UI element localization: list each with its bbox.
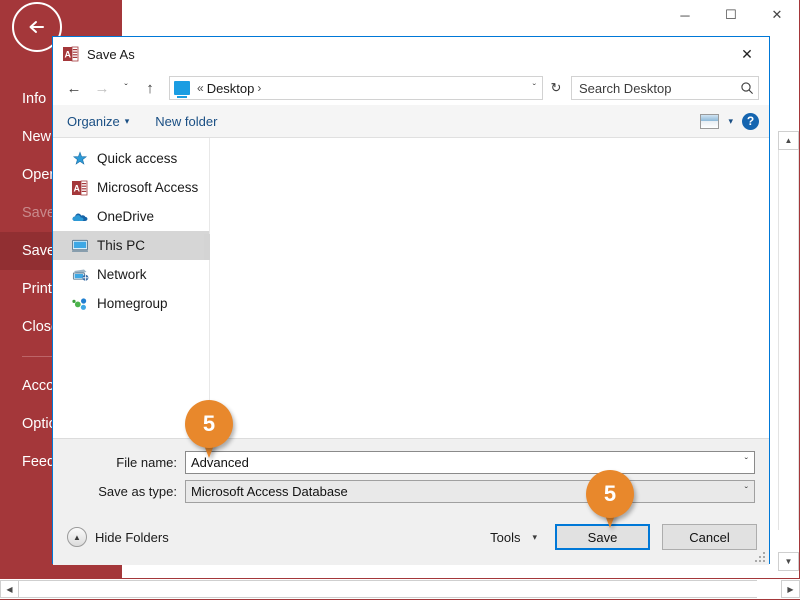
dialog-address-bar: ← → ˇ ↑ « Desktop › ˇ ↻ Search Desktop: [53, 71, 769, 105]
homegroup-icon: [71, 295, 89, 313]
dialog-title: Save As: [87, 47, 135, 62]
horizontal-scroll-track[interactable]: [19, 580, 757, 598]
screen: Info New Open Save Save As Print Close A…: [0, 0, 800, 600]
address-breadcrumb-bar[interactable]: « Desktop › ˇ: [169, 76, 543, 100]
file-list-view[interactable]: [210, 138, 769, 438]
search-icon: [740, 81, 754, 95]
access-app-icon: A: [63, 46, 79, 62]
nav-item-label: Microsoft Access: [97, 180, 198, 195]
vertical-scroll-track[interactable]: [778, 150, 799, 530]
save-as-type-row: Save as type: Microsoft Access Database …: [67, 480, 755, 503]
callout-save-button: 5: [586, 470, 634, 518]
dialog-body: Quick access A Micr: [53, 138, 769, 438]
monitor-icon: [71, 237, 89, 255]
nav-item-label: Quick access: [97, 151, 177, 166]
callout-number: 5: [586, 470, 634, 518]
breadcrumb-desktop[interactable]: Desktop: [207, 81, 255, 96]
scroll-left-icon[interactable]: ◀: [0, 580, 19, 598]
scroll-spacer: [757, 580, 781, 598]
organize-label: Organize: [67, 114, 120, 129]
dialog-close-icon[interactable]: ✕: [725, 37, 769, 71]
star-icon: [71, 150, 89, 168]
collapse-icon: ▲: [67, 527, 87, 547]
file-name-value[interactable]: Advanced: [191, 455, 745, 470]
navigation-pane: Quick access A Micr: [53, 138, 209, 438]
file-name-label: File name:: [67, 455, 185, 470]
save-as-type-select[interactable]: Microsoft Access Database ˇ: [185, 480, 755, 503]
nav-item-label: This PC: [97, 238, 145, 253]
cancel-button[interactable]: Cancel: [662, 524, 757, 550]
nav-item-this-pc[interactable]: This PC: [53, 231, 209, 260]
splitter-grip[interactable]: [204, 234, 210, 260]
nav-item-microsoft-access[interactable]: A Microsoft Access: [53, 173, 209, 202]
new-folder-button[interactable]: New folder: [155, 114, 217, 129]
maximize-button[interactable]: ☐: [708, 0, 754, 30]
nav-item-quick-access[interactable]: Quick access: [53, 144, 209, 173]
change-view-icon[interactable]: [700, 114, 719, 129]
view-chevron-down-icon[interactable]: ▾: [728, 116, 733, 127]
tools-button[interactable]: Tools ▾: [484, 530, 543, 545]
dialog-command-bar: Organize ▾ New folder ▾ ?: [53, 105, 769, 138]
close-button[interactable]: ✕: [754, 0, 800, 30]
nav-up-icon[interactable]: ↑: [137, 75, 163, 101]
chevron-down-icon: ▾: [125, 116, 130, 127]
cloud-icon: [71, 208, 89, 226]
address-dropdown-icon[interactable]: ˇ: [527, 83, 542, 94]
scroll-up-icon[interactable]: ▲: [778, 131, 799, 150]
nav-item-label: OneDrive: [97, 209, 154, 224]
refresh-icon[interactable]: ↻: [545, 76, 567, 100]
search-input[interactable]: Search Desktop: [579, 81, 740, 96]
dialog-titlebar[interactable]: A Save As ✕: [53, 37, 769, 71]
help-icon[interactable]: ?: [742, 113, 759, 130]
tools-chevron-down-icon: ▾: [532, 532, 537, 543]
tools-label: Tools: [490, 530, 520, 545]
nav-forward-icon: →: [89, 75, 115, 101]
save-as-type-chevron-down-icon[interactable]: ˇ: [745, 486, 748, 497]
nav-item-label: Network: [97, 267, 147, 282]
network-icon: [71, 266, 89, 284]
background-horizontal-scrollbar[interactable]: ◀ ▶: [0, 579, 800, 599]
breadcrumb-overflow[interactable]: «: [197, 81, 204, 95]
pane-splitter[interactable]: [209, 138, 210, 438]
file-name-row: File name: Advanced ˇ: [67, 451, 755, 474]
nav-item-network[interactable]: Network: [53, 260, 209, 289]
dialog-form: File name: Advanced ˇ Save as type: Micr…: [53, 438, 769, 503]
scroll-right-icon[interactable]: ▶: [781, 580, 800, 598]
this-pc-icon: [174, 81, 190, 95]
hide-folders-button[interactable]: ▲ Hide Folders: [67, 527, 169, 547]
nav-back-icon[interactable]: ←: [61, 75, 87, 101]
callout-file-name: 5: [185, 400, 233, 448]
nav-item-label: Homegroup: [97, 296, 168, 311]
file-name-chevron-down-icon[interactable]: ˇ: [745, 457, 748, 468]
nav-item-homegroup[interactable]: Homegroup: [53, 289, 209, 318]
search-box[interactable]: Search Desktop: [571, 76, 759, 100]
save-as-type-value: Microsoft Access Database: [191, 484, 745, 499]
scroll-down-icon[interactable]: ▼: [778, 552, 799, 571]
breadcrumb-arrow-icon[interactable]: ›: [257, 81, 261, 95]
nav-recent-locations-icon[interactable]: ˇ: [117, 75, 135, 101]
command-bar-right: ▾ ?: [700, 113, 759, 130]
background-vertical-scrollbar[interactable]: ▲ ▼: [778, 131, 799, 571]
save-as-dialog: A Save As ✕ ← → ˇ ↑ « Desktop › ˇ: [52, 36, 770, 564]
hide-folders-label: Hide Folders: [95, 530, 169, 545]
callout-number: 5: [185, 400, 233, 448]
file-name-field[interactable]: Advanced ˇ: [185, 451, 755, 474]
window-controls: ─ ☐ ✕: [660, 0, 800, 30]
minimize-button[interactable]: ─: [662, 0, 708, 30]
new-folder-label: New folder: [155, 114, 217, 129]
svg-text:A: A: [65, 50, 72, 60]
dialog-footer: ▲ Hide Folders Tools ▾ Save Cancel: [53, 509, 769, 565]
footer-actions: Tools ▾ Save Cancel: [484, 524, 757, 550]
access-icon: A: [71, 179, 89, 197]
nav-item-onedrive[interactable]: OneDrive: [53, 202, 209, 231]
save-as-type-label: Save as type:: [67, 484, 185, 499]
resize-grip-icon[interactable]: [755, 552, 765, 562]
svg-text:A: A: [74, 183, 81, 193]
organize-button[interactable]: Organize ▾: [67, 114, 129, 129]
